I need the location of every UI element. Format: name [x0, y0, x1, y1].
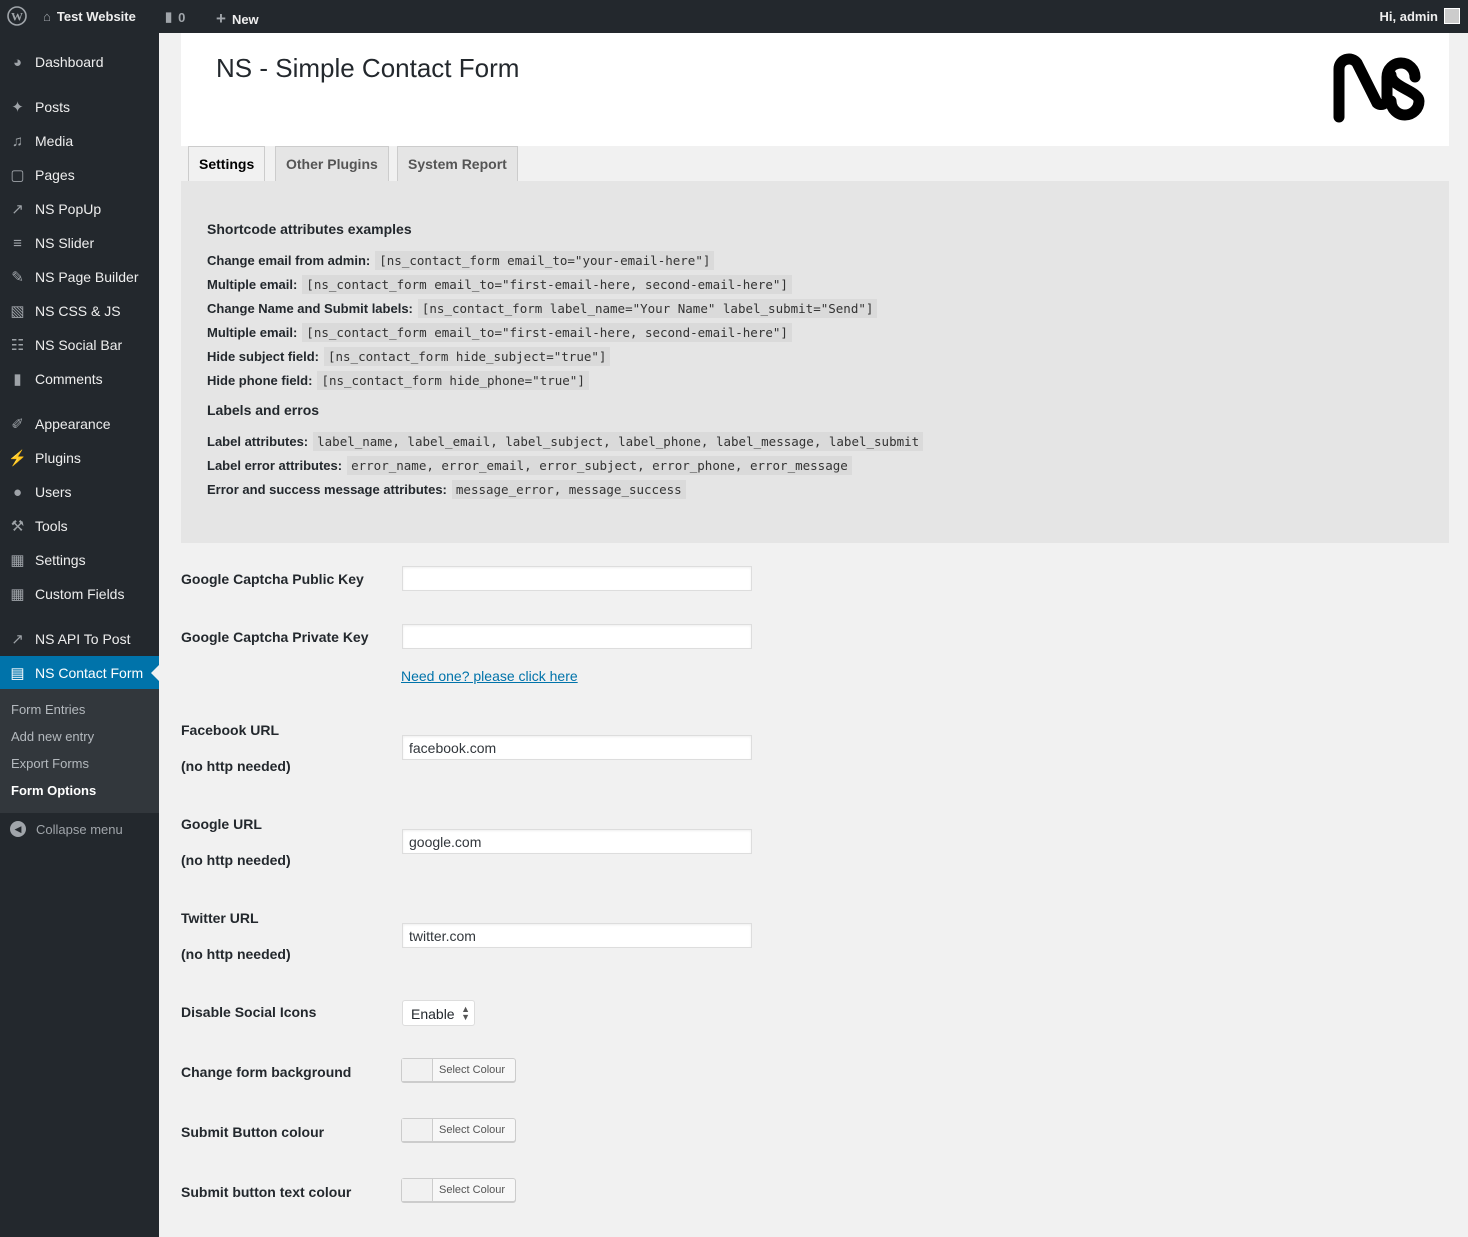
sidebar-item-pages[interactable]: ▢ Pages	[0, 158, 159, 192]
code-file-icon: ▧	[10, 303, 25, 320]
info-line: Error and success message attributes: mes…	[207, 477, 1423, 501]
shortcode-info-panel: Shortcode attributes examples Change ema…	[181, 181, 1449, 543]
sidebar-item-media[interactable]: ♫ Media	[0, 124, 159, 158]
site-name-link[interactable]: ⌂ Test Website	[43, 9, 136, 24]
color-swatch	[402, 1059, 433, 1081]
comment-icon: ▮	[165, 9, 173, 24]
svg-text:W: W	[11, 10, 23, 24]
color-swatch	[402, 1119, 433, 1141]
wrench-icon: ⚒	[10, 518, 25, 535]
labels-heading: Labels and erros	[207, 402, 320, 418]
captcha-public-input[interactable]	[402, 566, 752, 591]
slider-icon: ≡	[13, 234, 22, 252]
sidebar-item-users[interactable]: ● Users	[0, 475, 159, 509]
media-icon: ♫	[11, 132, 24, 150]
shortcode-examples-heading: Shortcode attributes examples	[207, 221, 412, 237]
page-title: NS - Simple Contact Form	[216, 53, 520, 83]
twitter-url-label: Twitter URL	[181, 910, 259, 926]
submit-text-color-picker[interactable]: Select Colour	[401, 1178, 516, 1202]
sidebar-item-ns-popup[interactable]: ↗ NS PopUp	[0, 192, 159, 226]
sitemap-icon: ☷	[10, 337, 25, 354]
settings-icon: ▦	[10, 552, 25, 569]
table-icon: ▦	[10, 586, 25, 603]
form-background-color-picker[interactable]: Select Colour	[401, 1058, 516, 1082]
home-icon: ⌂	[43, 9, 51, 24]
ns-logo	[1331, 51, 1427, 128]
sidebar-item-tools[interactable]: ⚒ Tools	[0, 509, 159, 543]
form-background-label: Change form background	[181, 1064, 352, 1080]
twitter-note: (no http needed)	[181, 946, 291, 962]
submit-button-colour-label: Submit Button colour	[181, 1124, 325, 1140]
sidebar-item-ns-css-js[interactable]: ▧ NS CSS & JS	[0, 294, 159, 328]
info-line: Label attributes: label_name, label_email…	[207, 429, 1423, 453]
select-arrows-icon: ▲ ▼	[461, 1004, 470, 1022]
info-line: Label error attributes: error_name, error…	[207, 453, 1423, 477]
edit-icon: ✎	[11, 269, 24, 286]
admin-sidebar: ◕ Dashboard ✦ Posts ♫ Media ▢ Pages ↗ NS PopU…	[0, 33, 159, 1237]
captcha-help-link[interactable]: Need one? please click here	[401, 668, 578, 684]
user-icon: ●	[12, 483, 23, 501]
info-line: Multiple email: [ns_contact_form email_to…	[207, 272, 1423, 296]
plugin-header: NS - Simple Contact Form	[181, 33, 1449, 146]
info-line: Change Name and Submit labels: [ns_contac…	[207, 296, 1423, 320]
sidebar-item-posts[interactable]: ✦ Posts	[0, 90, 159, 124]
sidebar-item-dashboard[interactable]: ◕ Dashboard	[0, 45, 159, 79]
tab-settings[interactable]: Settings	[188, 146, 266, 181]
new-content-link[interactable]: + New	[216, 9, 259, 29]
submenu-form-options[interactable]: Form Options	[11, 783, 96, 798]
facebook-url-input[interactable]	[402, 735, 752, 760]
sidebar-item-ns-social-bar[interactable]: ☷ NS Social Bar	[0, 328, 159, 362]
sidebar-item-plugins[interactable]: ⚡ Plugins	[0, 441, 159, 475]
admin-bar: W ⌂ Test Website ▮ 0 + New Hi, admin	[0, 0, 1468, 33]
plus-icon: +	[216, 9, 226, 28]
social-icons-label: Disable Social Icons	[181, 1004, 317, 1020]
info-line: Hide phone field: [ns_contact_form hide_p…	[207, 368, 1423, 392]
info-line: Multiple email: [ns_contact_form email_to…	[207, 320, 1423, 344]
pages-icon: ▢	[10, 167, 25, 184]
submenu-add-new-entry[interactable]: Add new entry	[11, 729, 94, 744]
submit-text-colour-label: Submit button text colour	[181, 1184, 352, 1200]
account-menu[interactable]: Hi, admin	[1379, 8, 1460, 24]
comments-link[interactable]: ▮ 0	[165, 9, 185, 25]
captcha-private-label: Google Captcha Private Key	[181, 629, 369, 645]
color-swatch	[402, 1179, 433, 1201]
submenu: Form Entries Add new entry Export Forms …	[0, 689, 159, 813]
dashboard-icon: ◕	[12, 53, 23, 71]
submenu-export-forms[interactable]: Export Forms	[11, 756, 89, 771]
tab-other-plugins[interactable]: Other Plugins	[275, 146, 389, 181]
twitter-url-input[interactable]	[402, 923, 752, 948]
submit-button-color-picker[interactable]: Select Colour	[401, 1118, 516, 1142]
sidebar-item-comments[interactable]: ▮ Comments	[0, 362, 159, 396]
facebook-url-label: Facebook URL	[181, 722, 280, 738]
submenu-form-entries[interactable]: Form Entries	[11, 702, 85, 717]
tab-system-report[interactable]: System Report	[397, 146, 518, 181]
google-note: (no http needed)	[181, 852, 291, 868]
sidebar-item-appearance[interactable]: ✐ Appearance	[0, 407, 159, 441]
social-icons-select[interactable]: Enable ▲ ▼	[402, 1000, 475, 1026]
collapse-menu-button[interactable]: ◀ Collapse menu	[10, 821, 123, 837]
wordpress-logo-icon[interactable]: W	[7, 6, 27, 26]
sidebar-item-ns-page-builder[interactable]: ✎ NS Page Builder	[0, 260, 159, 294]
comment-icon: ▮	[13, 371, 22, 388]
captcha-public-label: Google Captcha Public Key	[181, 571, 364, 587]
collapse-icon: ◀	[10, 821, 26, 837]
avatar	[1444, 8, 1460, 24]
sidebar-item-settings[interactable]: ▦ Settings	[0, 543, 159, 577]
google-url-label: Google URL	[181, 816, 262, 832]
pin-icon: ✦	[11, 99, 24, 116]
plugin-icon: ⚡	[8, 450, 27, 467]
brush-icon: ✐	[11, 416, 24, 433]
captcha-private-input[interactable]	[402, 624, 752, 649]
sidebar-item-ns-contact-form[interactable]: ▤ NS Contact Form	[0, 656, 159, 690]
external-link-icon: ↗	[11, 201, 24, 218]
form-icon: ▤	[10, 665, 25, 682]
external-link-icon: ↗	[11, 631, 24, 648]
sidebar-item-custom-fields[interactable]: ▦ Custom Fields	[0, 577, 159, 611]
sidebar-item-ns-api-to-post[interactable]: ↗ NS API To Post	[0, 622, 159, 656]
google-url-input[interactable]	[402, 829, 752, 854]
facebook-note: (no http needed)	[181, 758, 291, 774]
info-line: Change email from admin: [ns_contact_form…	[207, 248, 1423, 272]
sidebar-item-ns-slider[interactable]: ≡ NS Slider	[0, 226, 159, 260]
info-line: Hide subject field: [ns_contact_form hide…	[207, 344, 1423, 368]
